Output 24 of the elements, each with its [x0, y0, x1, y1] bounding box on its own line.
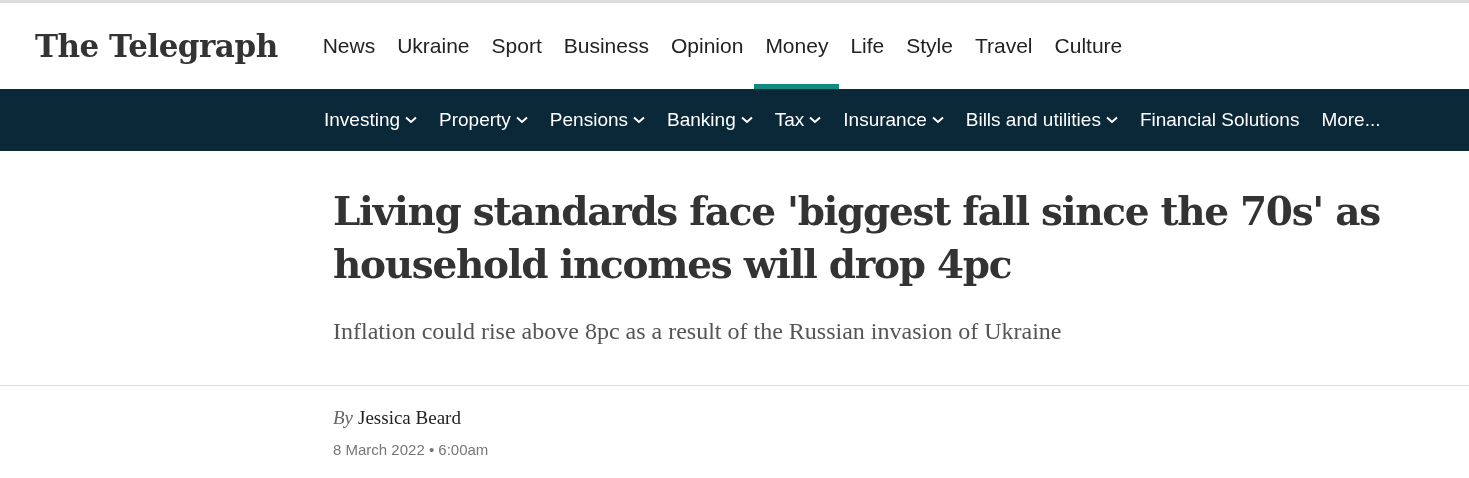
byline-prefix: By: [333, 407, 354, 428]
nav-link[interactable]: Life: [839, 3, 896, 89]
section-link[interactable]: Insurance: [832, 105, 955, 135]
nav-link[interactable]: Culture: [1043, 3, 1134, 89]
nav-link[interactable]: Business: [552, 3, 660, 89]
nav-link[interactable]: Style: [895, 3, 964, 89]
nav-link[interactable]: Travel: [963, 3, 1044, 89]
section-link[interactable]: More...: [1310, 105, 1392, 135]
logo[interactable]: The Telegraph: [35, 22, 278, 70]
nav-link[interactable]: News: [311, 3, 387, 89]
section-link[interactable]: Pensions: [538, 105, 657, 135]
publish-date: 8 March 2022 • 6:00am: [333, 439, 490, 460]
nav-link[interactable]: Sport: [480, 3, 553, 89]
headline: Living standards face 'biggest fall since the 70s' as household incomes will drop 4pc: [333, 187, 1381, 289]
section-link[interactable]: Financial Solutions: [1128, 105, 1311, 135]
standfirst: Inflation could rise above 8pc as a result of the Russian invasion of Ukraine: [333, 317, 1063, 346]
section-link[interactable]: Tax: [763, 105, 833, 135]
section-link[interactable]: Bills and utilities: [954, 105, 1129, 135]
nav-link[interactable]: Ukraine: [386, 3, 481, 89]
nav-link[interactable]: Opinion: [660, 3, 755, 89]
section-link[interactable]: Banking: [656, 105, 764, 135]
author-name[interactable]: Jessica Beard: [358, 407, 461, 428]
section-link[interactable]: Property: [428, 105, 539, 135]
section-link[interactable]: Investing: [313, 105, 429, 135]
